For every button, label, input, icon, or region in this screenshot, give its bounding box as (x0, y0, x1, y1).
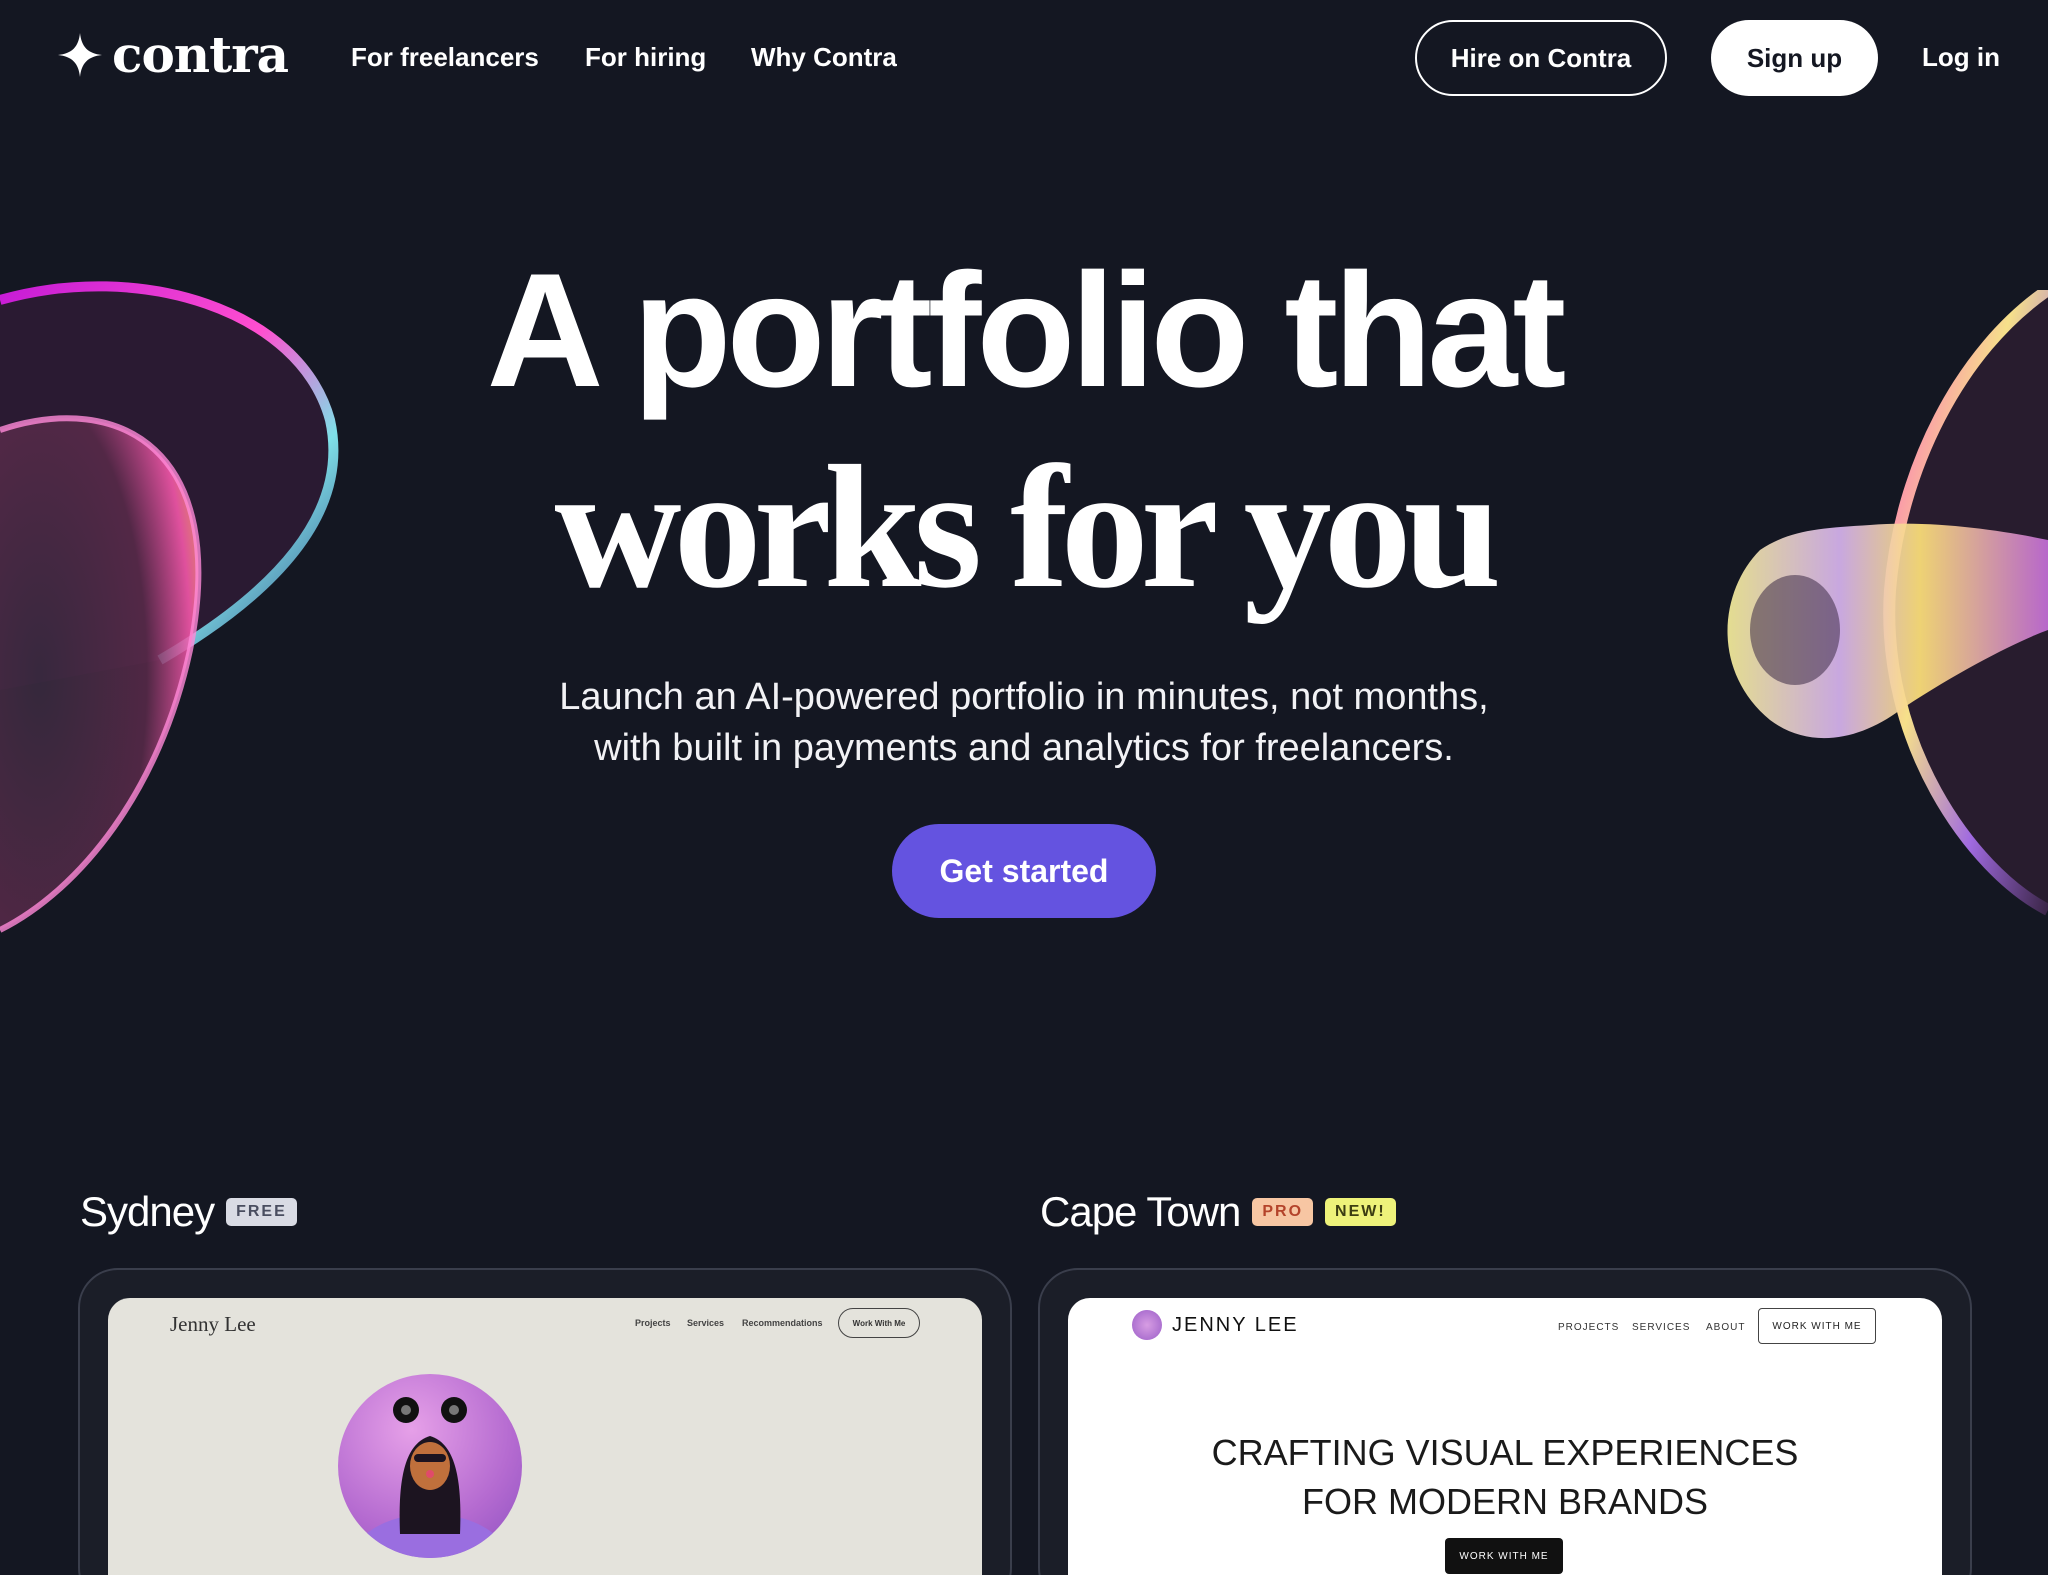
template-title-cape-town[interactable]: Cape Town PRO NEW! (1040, 1188, 1396, 1236)
contra-logo[interactable]: contra (58, 25, 289, 84)
hero-title-line-1: A portfolio that (486, 240, 1567, 421)
get-started-button[interactable]: Get started (892, 824, 1156, 918)
log-in-link[interactable]: Log in (1922, 42, 2000, 73)
cape-town-preview-screen: JENNY LEE PROJECTS SERVICES ABOUT WORK W… (1068, 1298, 1942, 1575)
preview-link-services: Services (687, 1318, 725, 1328)
hero-subtitle-line-1: Launch an AI-powered portfolio in minute… (559, 676, 1489, 718)
hero-subtitle: Launch an AI-powered portfolio in minute… (424, 672, 1624, 774)
sign-up-button[interactable]: Sign up (1711, 20, 1878, 96)
sparkle-icon (58, 33, 102, 77)
preview-person-name: JENNY LEE (1172, 1314, 1299, 1336)
preview-headline: CRAFTING VISUAL EXPERIENCES FOR MODERN B… (1068, 1428, 1942, 1526)
nav-for-freelancers[interactable]: For freelancers (351, 42, 539, 73)
nav-for-hiring[interactable]: For hiring (585, 42, 706, 73)
brand-name: contra (112, 25, 289, 84)
template-name: Cape Town (1040, 1188, 1241, 1235)
template-name: Sydney (80, 1188, 215, 1235)
template-preview-sydney[interactable]: Jenny Lee Projects Services Recommendati… (78, 1268, 1012, 1575)
preview-link-projects: Projects (635, 1318, 671, 1328)
template-title-sydney[interactable]: Sydney FREE (80, 1188, 297, 1236)
sydney-preview-screen: Jenny Lee Projects Services Recommendati… (108, 1298, 982, 1575)
preview-work-with-me-button: WORK WITH ME (1758, 1308, 1876, 1344)
pro-badge: PRO (1252, 1198, 1314, 1226)
preview-link-about: ABOUT (1706, 1322, 1746, 1333)
free-badge: FREE (226, 1198, 297, 1226)
template-preview-cape-town[interactable]: JENNY LEE PROJECTS SERVICES ABOUT WORK W… (1038, 1268, 1972, 1575)
top-nav: contra For freelancers For hiring Why Co… (0, 0, 2048, 116)
hero-subtitle-line-2: with built in payments and analytics for… (594, 727, 1454, 769)
preview-link-services: SERVICES (1632, 1322, 1691, 1333)
preview-headline-line-1: CRAFTING VISUAL EXPERIENCES (1211, 1432, 1799, 1473)
preview-cta-button: WORK WITH ME (1445, 1538, 1563, 1574)
preview-work-with-me-button: Work With Me (838, 1308, 920, 1338)
hire-on-contra-button[interactable]: Hire on Contra (1415, 20, 1667, 96)
preview-headline-line-2: FOR MODERN BRANDS (1301, 1481, 1709, 1522)
avatar (338, 1374, 522, 1558)
hero-title-line-2: works for you (554, 430, 1501, 625)
character-illustration (350, 1397, 510, 1558)
new-badge: NEW! (1325, 1198, 1396, 1226)
preview-link-recommendations: Recommendations (742, 1318, 823, 1328)
preview-person-name: Jenny Lee (170, 1312, 256, 1336)
nav-why-contra[interactable]: Why Contra (751, 42, 897, 73)
preview-avatar (1132, 1310, 1162, 1340)
preview-link-projects: PROJECTS (1558, 1322, 1620, 1333)
